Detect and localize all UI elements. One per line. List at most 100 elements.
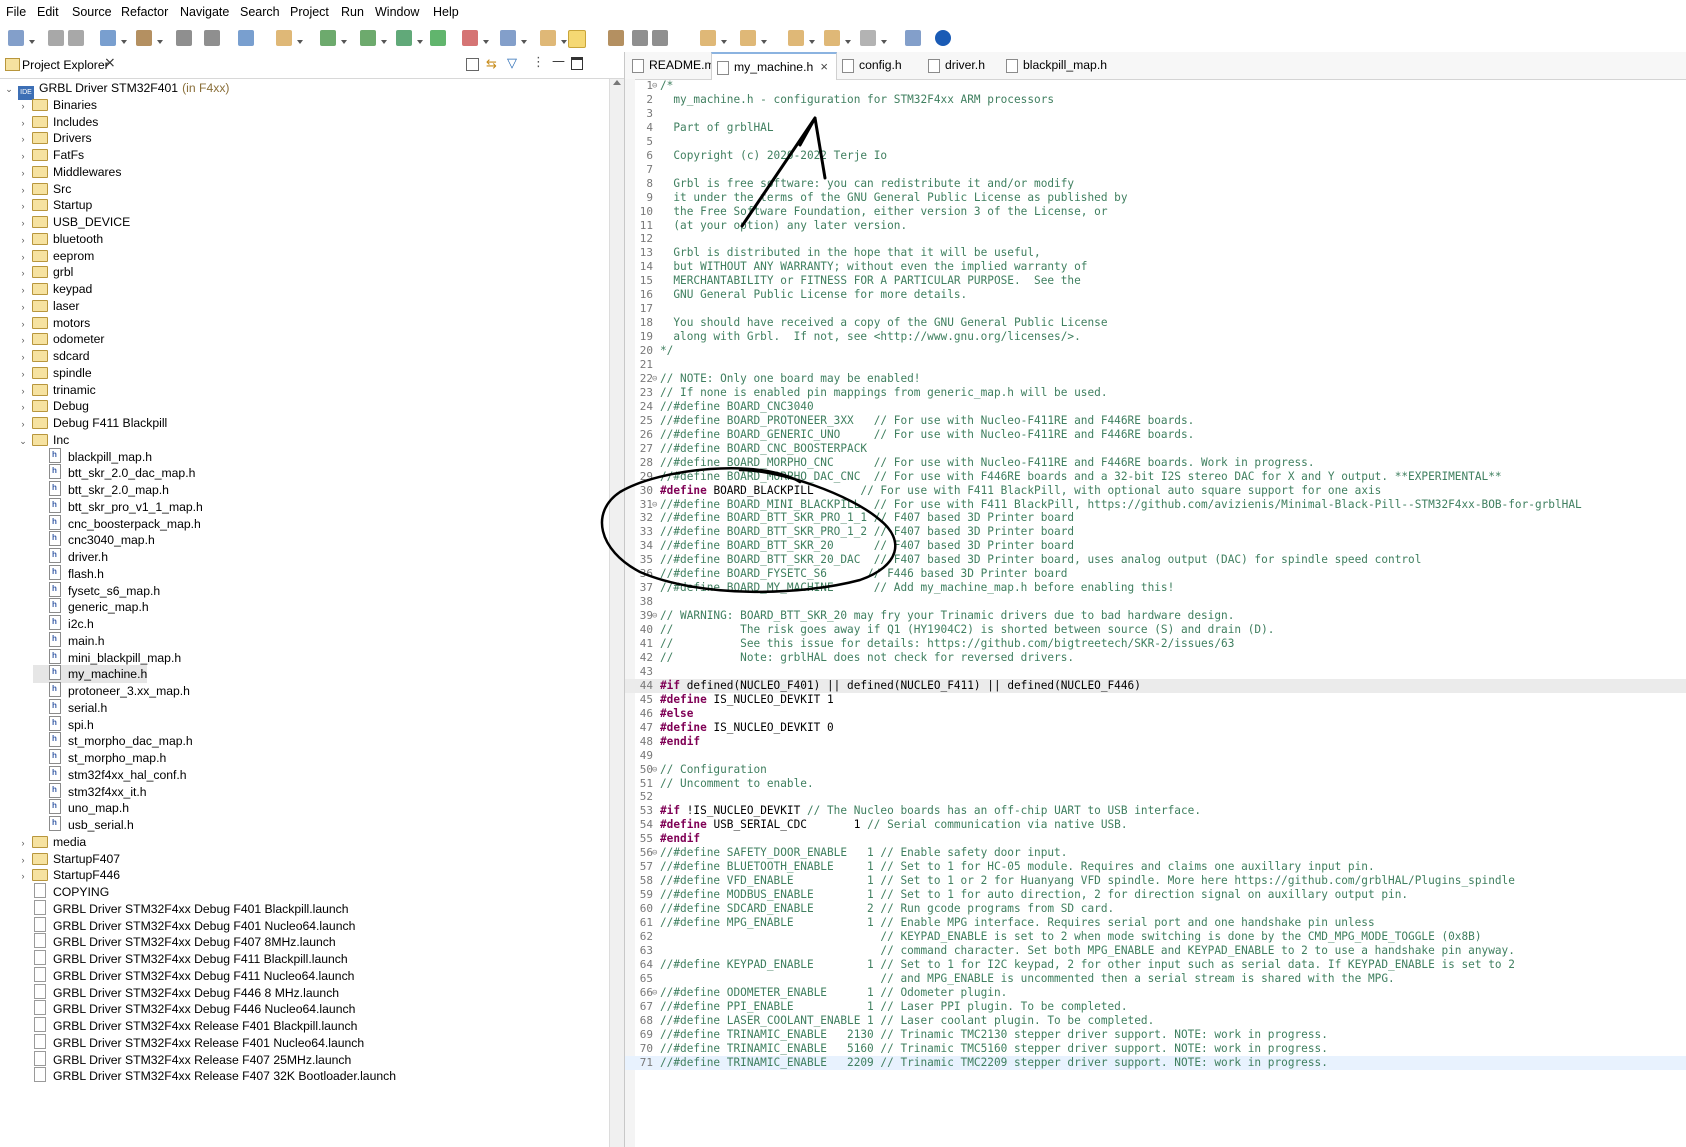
tab-readme-md[interactable]: README.md	[627, 52, 721, 78]
tree-file[interactable]: GRBL Driver STM32F4xx Debug F411 Nucleo6…	[18, 967, 354, 985]
fold-toggle-icon[interactable]: ⊖	[652, 372, 657, 386]
code-line[interactable]: 58 //#define VFD_ENABLE 1 // Set to 1 or …	[625, 874, 1686, 888]
code-line[interactable]: 70 //#define TRINAMIC_ENABLE 5160 // Trin…	[625, 1042, 1686, 1056]
chevron-down-icon[interactable]	[157, 40, 163, 44]
tree-folder[interactable]: › Debug F411 Blackpill	[18, 414, 168, 432]
debug-icon[interactable]	[204, 30, 220, 46]
save-all-icon[interactable]	[740, 30, 756, 46]
code-line[interactable]: 52	[625, 790, 1686, 804]
code-line[interactable]: 20 */	[625, 344, 1686, 358]
new-icon[interactable]	[8, 30, 24, 46]
code-line[interactable]: 66 ⊖//#define ODOMETER_ENABLE 1 // Odomet…	[625, 986, 1686, 1000]
code-line[interactable]: 44 #if defined(NUCLEO_F401) || defined(NU…	[625, 678, 1686, 693]
code-line[interactable]: 34 //#define BOARD_BTT_SKR_20 // F407 bas…	[625, 539, 1686, 553]
code-line[interactable]: 23 // If none is enabled pin mappings fro…	[625, 386, 1686, 400]
code-line[interactable]: 19 along with Grbl. If not, see <http://…	[625, 330, 1686, 344]
code-line[interactable]: 18 You should have received a copy of th…	[625, 316, 1686, 330]
binary-icon[interactable]	[860, 30, 876, 46]
tree-folder[interactable]: › StartupF446	[18, 866, 121, 884]
tree-file[interactable]: GRBL Driver STM32F4xx Debug F411 Blackpi…	[18, 950, 348, 968]
chevron-down-icon[interactable]	[881, 40, 887, 44]
save-icon[interactable]	[48, 30, 64, 46]
chevron-down-icon[interactable]	[845, 40, 851, 44]
code-line[interactable]: 28 //#define BOARD_MORPHO_CNC // For use …	[625, 456, 1686, 470]
fold-toggle-icon[interactable]: ⊖	[652, 763, 657, 777]
tree-folder[interactable]: › laser	[18, 297, 80, 315]
code-line[interactable]: 29 //#define BOARD_MORPHO_DAC_CNC // For …	[625, 470, 1686, 484]
tree-file[interactable]: GRBL Driver STM32F4xx Debug F407 8MHz.la…	[18, 933, 336, 951]
code-line[interactable]: 71 //#define TRINAMIC_ENABLE 2209 // Trin…	[625, 1055, 1686, 1070]
code-line[interactable]: 24 //#define BOARD_CNC3040	[625, 400, 1686, 414]
code-line[interactable]: 32 //#define BOARD_BTT_SKR_PRO_1_1 // F40…	[625, 511, 1686, 525]
chevron-down-icon[interactable]	[809, 40, 815, 44]
tree-folder[interactable]: › media	[18, 833, 87, 851]
chevron-down-icon[interactable]: ⌄	[18, 432, 28, 450]
tree-folder[interactable]: › Binaries	[18, 96, 98, 114]
back-icon[interactable]	[540, 30, 556, 46]
code-line[interactable]: 36 //#define BOARD_FYSETC_S6 // F446 base…	[625, 567, 1686, 581]
tree-folder[interactable]: › sdcard	[18, 347, 90, 365]
chevron-down-icon[interactable]	[721, 40, 727, 44]
tree-project[interactable]: ⌄ IDE GRBL Driver STM32F401 (in F4xx)	[4, 79, 229, 100]
toggle-whitespace-icon[interactable]	[430, 30, 446, 46]
tree-file[interactable]: serial.h	[33, 697, 107, 717]
menu-edit[interactable]: Edit	[37, 5, 59, 19]
code-line[interactable]: 7	[625, 163, 1686, 177]
code-line[interactable]: 51 // Uncomment to enable.	[625, 777, 1686, 791]
code-line[interactable]: 41 // See this issue for details: https:/…	[625, 637, 1686, 651]
prev-annotation-icon[interactable]	[500, 30, 516, 46]
tree-file[interactable]: i2c.h	[33, 613, 94, 633]
tree-folder[interactable]: › odometer	[18, 330, 105, 348]
tree-folder[interactable]: › USB_DEVICE	[18, 213, 131, 231]
build-icon[interactable]	[100, 30, 116, 46]
tree-file[interactable]: GRBL Driver STM32F4xx Release F401 Black…	[18, 1017, 357, 1035]
tab-driver-h[interactable]: driver.h	[923, 52, 999, 78]
code-line[interactable]: 42 // Note: grblHAL does not check for re…	[625, 651, 1686, 665]
code-line[interactable]: 59 //#define MODBUS_ENABLE 1 // Set to 1 …	[625, 888, 1686, 902]
code-line[interactable]: 57 //#define BLUETOOTH_ENABLE 1 // Set to…	[625, 860, 1686, 874]
tree-file[interactable]: usb_serial.h	[33, 814, 134, 834]
hammer-icon[interactable]	[824, 30, 840, 46]
code-line[interactable]: 56 ⊖//#define SAFETY_DOOR_ENABLE 1 // Ena…	[625, 846, 1686, 860]
code-line[interactable]: 31 ⊖//#define BOARD_MINI_BLACKPILL // For…	[625, 498, 1686, 512]
code-line[interactable]: 69 //#define TRINAMIC_ENABLE 2130 // Trin…	[625, 1028, 1686, 1042]
tree-file[interactable]: flash.h	[33, 563, 104, 583]
tree-file[interactable]: GRBL Driver STM32F4xx Debug F401 Blackpi…	[18, 900, 349, 918]
menu-window[interactable]: Window	[375, 5, 419, 19]
menu-project[interactable]: Project	[290, 5, 329, 19]
save-all-icon[interactable]	[68, 30, 84, 46]
chevron-down-icon[interactable]	[483, 40, 489, 44]
binary-icon[interactable]	[176, 30, 192, 46]
code-line[interactable]: 65 // and MPG_ENABLE is uncommented then…	[625, 972, 1686, 986]
code-line[interactable]: 50 ⊖// Configuration	[625, 763, 1686, 777]
code-line[interactable]: 27 //#define BOARD_CNC_BOOSTERPACK	[625, 442, 1686, 456]
code-line[interactable]: 54 #define USB_SERIAL_CDC 1 // Serial com…	[625, 818, 1686, 832]
tree-file[interactable]: generic_map.h	[33, 596, 149, 616]
tree-file[interactable]: GRBL Driver STM32F4xx Release F407 32K B…	[18, 1067, 396, 1085]
code-line[interactable]: 9 it under the terms of the GNU General …	[625, 191, 1686, 205]
fold-toggle-icon[interactable]: ⊖	[652, 609, 657, 623]
code-line[interactable]: 3	[625, 107, 1686, 121]
code-line[interactable]: 37 //#define BOARD_MY_MACHINE // Add my_m…	[625, 581, 1686, 595]
chevron-down-icon[interactable]	[297, 40, 303, 44]
chevron-down-icon[interactable]	[341, 40, 347, 44]
tree-file[interactable]: main.h	[33, 630, 105, 650]
code-line[interactable]: 26 //#define BOARD_GENERIC_UNO // For use…	[625, 428, 1686, 442]
build-icon[interactable]	[788, 30, 804, 46]
chevron-down-icon[interactable]	[417, 40, 423, 44]
code-line[interactable]: 68 //#define LASER_COOLANT_ENABLE 1 // La…	[625, 1014, 1686, 1028]
explorer-scrollbar[interactable]	[609, 79, 624, 1147]
code-line[interactable]: 43	[625, 665, 1686, 679]
code-line[interactable]: 5	[625, 135, 1686, 149]
minimize-icon[interactable]: —	[552, 54, 565, 69]
menu-file[interactable]: File	[6, 5, 26, 19]
view-menu-icon[interactable]: ⋮	[532, 55, 545, 70]
tree-folder[interactable]: › spindle	[18, 364, 92, 382]
chevron-down-icon[interactable]	[761, 40, 767, 44]
close-icon[interactable]: ×	[820, 54, 828, 80]
tree-file[interactable]: btt_skr_pro_v1_1_map.h	[33, 496, 203, 516]
tree-file[interactable]: st_morpho_dac_map.h	[33, 730, 193, 750]
menu-source[interactable]: Source	[72, 5, 112, 19]
code-line[interactable]: 49	[625, 749, 1686, 763]
code-line[interactable]: 47 #define IS_NUCLEO_DEVKIT 0	[625, 721, 1686, 735]
